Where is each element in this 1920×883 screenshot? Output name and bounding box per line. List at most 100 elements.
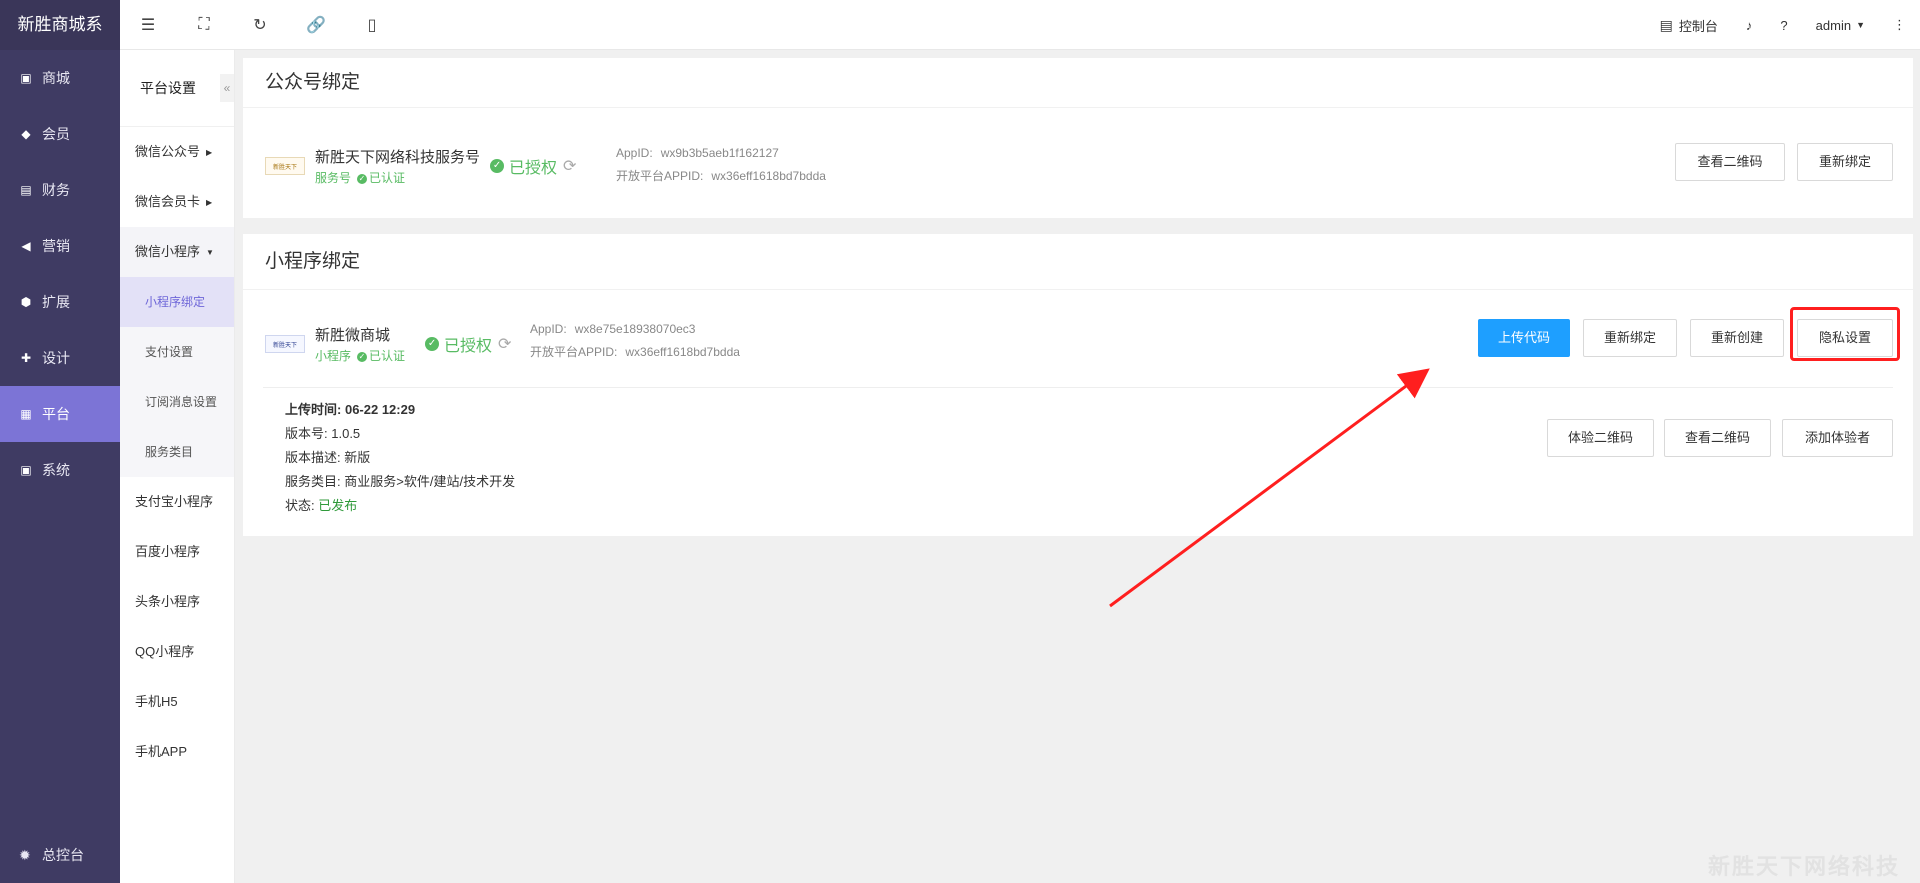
sidebar-item-label: 扩展 <box>42 294 70 310</box>
sub-item-alipay[interactable]: 支付宝小程序 <box>120 477 234 527</box>
sidebar-item-marketing[interactable]: ◀ 营销 <box>0 218 120 274</box>
appid-label: AppID: <box>530 322 567 336</box>
refresh-icon[interactable]: ↻ <box>232 0 288 50</box>
desc-value: 新版 <box>344 450 371 465</box>
appid-label: AppID: <box>616 146 653 160</box>
sidebar-item-member[interactable]: ◆ 会员 <box>0 106 120 162</box>
recreate-button[interactable]: 重新创建 <box>1690 319 1784 357</box>
main-sidebar: 新胜商城系 ▣ 商城 ◆ 会员 ▤ 财务 ◀ 营销 ⬢ 扩展 ✚ 设计 ▦ 平台 ▣ 系统 ✹ 总… <box>0 0 120 883</box>
miniprogram-ids: AppID: wx8e75e18938070ec3 开放平台APPID: wx36e… <box>530 318 740 364</box>
add-tester-button[interactable]: 添加体验者 <box>1782 419 1893 457</box>
sidebar-item-design[interactable]: ✚ 设计 <box>0 330 120 386</box>
sub-item-baidu[interactable]: 百度小程序 <box>120 527 234 577</box>
user-name: admin <box>1815 17 1852 33</box>
sub-item-subscribe-msg[interactable]: 订阅消息设置 <box>120 377 234 427</box>
trial-qrcode-button[interactable]: 体验二维码 <box>1547 419 1654 457</box>
miniprogram-name: 新胜微商城 <box>315 327 391 344</box>
desc-label: 版本描述: <box>285 450 341 465</box>
fullscreen-icon[interactable]: ⛶ <box>176 0 232 50</box>
miniprogram-type: 小程序 ✓ 已认证 <box>315 347 405 364</box>
sub-item-toutiao[interactable]: 头条小程序 <box>120 577 234 627</box>
account-ids: AppID: wx9b3b5aeb1f162127 开放平台APPID: wx36e… <box>616 142 826 188</box>
auth-status: ✓ 已授权 ⟳ <box>425 332 511 356</box>
sub-sidebar-title: 平台设置 <box>140 80 196 96</box>
sidebar-item-label: 设计 <box>42 350 70 366</box>
appid-value: wx8e75e18938070ec3 <box>574 322 696 336</box>
sub-sidebar: 平台设置 « 微信公众号 ▶ 微信会员卡 ▶ 微信小程序 ▼ 小程序绑定 支付设置 订… <box>120 50 235 883</box>
rebind-button[interactable]: 重新绑定 <box>1797 143 1893 181</box>
refresh-auth-icon[interactable]: ⟳ <box>498 334 511 354</box>
link-icon[interactable]: 🔗 <box>288 0 344 50</box>
verified-label: 已认证 <box>369 349 406 363</box>
sidebar-item-console[interactable]: ✹ 总控台 <box>0 827 120 883</box>
open-appid-value: wx36eff1618bd7bdda <box>711 169 826 183</box>
monitor-icon: ▣ <box>20 463 32 477</box>
sub-item-miniprogram-bind[interactable]: 小程序绑定 <box>120 277 234 327</box>
divider <box>263 387 1893 388</box>
card-title: 小程序绑定 <box>243 234 1913 290</box>
sub-item-wechat-card[interactable]: 微信会员卡 ▶ <box>120 177 234 227</box>
sidebar-item-system[interactable]: ▣ 系统 <box>0 442 120 498</box>
sub-item-app[interactable]: 手机APP <box>120 727 234 777</box>
open-appid-label: 开放平台APPID: <box>530 345 618 359</box>
sidebar-item-shop[interactable]: ▣ 商城 <box>0 50 120 106</box>
sub-item-wechat-official[interactable]: 微信公众号 ▶ <box>120 127 234 177</box>
miniprogram-info: 新胜天下 新胜微商城 小程序 ✓ 已认证 ✓ 已授权 ⟳ <box>265 324 511 364</box>
user-menu[interactable]: admin ▼ <box>1802 0 1879 50</box>
sidebar-item-label: 会员 <box>42 126 70 142</box>
sub-item-wechat-miniprogram[interactable]: 微信小程序 ▼ <box>120 227 234 277</box>
caret-down-icon: ▼ <box>1856 20 1865 30</box>
check-circle-icon: ✓ <box>490 159 505 173</box>
sub-item-label: 微信会员卡 <box>135 194 201 209</box>
menu-fold-icon[interactable]: ☰ <box>120 0 176 50</box>
sub-item-payment-settings[interactable]: 支付设置 <box>120 327 234 377</box>
more-menu-button[interactable]: ⋮ <box>1879 0 1920 50</box>
grid-icon: ▦ <box>20 407 32 421</box>
account-type-label: 服务号 <box>315 171 352 185</box>
sidebar-item-label: 商城 <box>42 70 70 86</box>
upload-time-value: 06-22 12:29 <box>344 402 416 417</box>
auth-status: ✓ 已授权 ⟳ <box>490 154 576 178</box>
check-circle-icon: ✓ <box>357 173 368 184</box>
category-value: 商业服务>软件/建站/技术开发 <box>344 474 516 489</box>
caret-right-icon: ▶ <box>206 147 213 157</box>
view-qrcode-button[interactable]: 查看二维码 <box>1664 419 1771 457</box>
brand-title: 新胜商城系 <box>0 0 120 50</box>
sidebar-item-label: 平台 <box>42 406 70 422</box>
finance-icon: ▤ <box>20 183 32 197</box>
console-link[interactable]: ▤ 控制台 <box>1646 0 1732 50</box>
gear-icon: ✹ <box>19 846 31 863</box>
upload-code-button[interactable]: 上传代码 <box>1478 319 1570 357</box>
account-name: 新胜天下网络科技服务号 <box>315 149 481 166</box>
watermark: 新胜天下网络科技 <box>1707 854 1900 879</box>
auth-label: 已授权 <box>509 160 558 177</box>
notification-button[interactable]: ♪ <box>1732 0 1767 50</box>
sidebar-item-label: 财务 <box>42 182 70 198</box>
caret-down-icon: ▼ <box>206 247 214 257</box>
sub-item-qq[interactable]: QQ小程序 <box>120 627 234 677</box>
sidebar-item-label: 系统 <box>42 462 70 478</box>
highlight-box <box>1790 307 1900 361</box>
refresh-auth-icon[interactable]: ⟳ <box>563 156 576 176</box>
category-label: 服务类目: <box>285 474 341 489</box>
status-value: 已发布 <box>318 498 358 513</box>
top-bar: ☰ ⛶ ↻ 🔗 ▯ ▤ 控制台 ♪ ? admin ▼ ⋮ <box>120 0 1920 50</box>
sidebar-item-label: 总控台 <box>42 847 84 863</box>
sidebar-item-platform[interactable]: ▦ 平台 <box>0 386 120 442</box>
view-qrcode-button[interactable]: 查看二维码 <box>1675 143 1785 181</box>
sidebar-item-extend[interactable]: ⬢ 扩展 <box>0 274 120 330</box>
version-value: 1.0.5 <box>331 426 361 441</box>
help-button[interactable]: ? <box>1766 0 1801 50</box>
sub-item-service-category[interactable]: 服务类目 <box>120 427 234 477</box>
collapse-icon[interactable]: « <box>220 74 234 102</box>
member-icon: ◆ <box>21 127 31 141</box>
mobile-icon[interactable]: ▯ <box>344 0 400 50</box>
cube-icon: ⬢ <box>20 295 32 309</box>
sub-item-h5[interactable]: 手机H5 <box>120 677 234 727</box>
sidebar-item-finance[interactable]: ▤ 财务 <box>0 162 120 218</box>
rebind-button[interactable]: 重新绑定 <box>1583 319 1677 357</box>
sub-item-label: 微信小程序 <box>135 244 201 259</box>
version-info: 上传时间: 06-22 12:29 版本号: 1.0.5 版本描述: 新版 服务… <box>285 398 515 518</box>
auth-label: 已授权 <box>444 338 493 355</box>
shop-icon: ▣ <box>20 71 32 85</box>
